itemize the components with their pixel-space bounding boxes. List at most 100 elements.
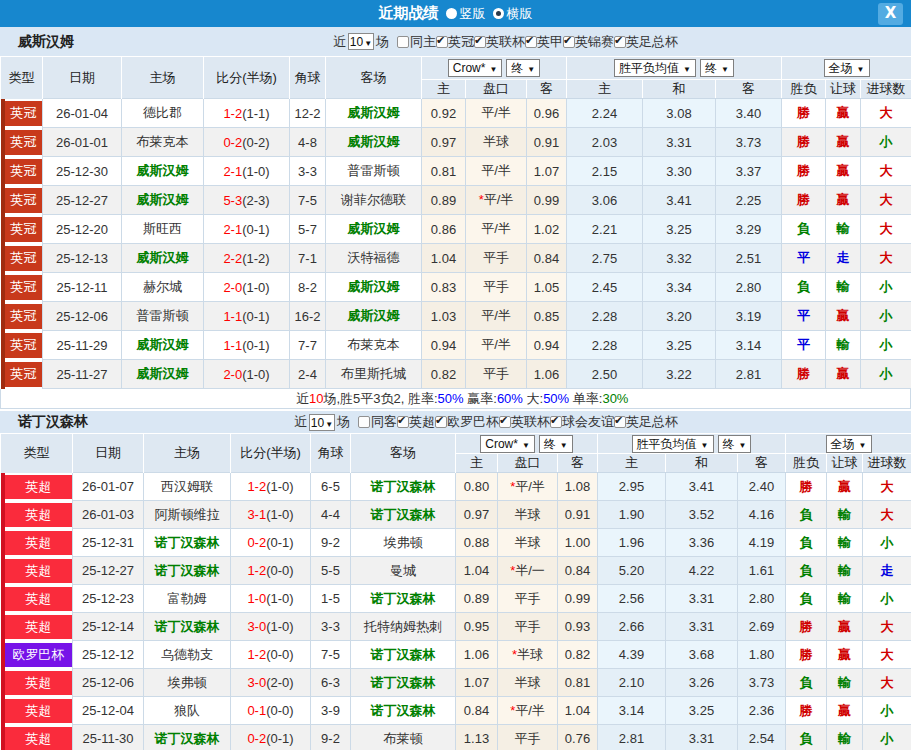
home-team[interactable]: 德比郡	[122, 99, 204, 128]
home-team[interactable]: 富勒姆	[144, 585, 231, 613]
home-team[interactable]: 诺丁汉森林	[144, 557, 231, 585]
home-team[interactable]: 威斯汉姆	[122, 157, 204, 186]
result-handicap: 輸	[827, 501, 863, 529]
close-button[interactable]: X	[878, 3, 903, 25]
home-team[interactable]: 埃弗顿	[144, 669, 231, 697]
horizontal-radio-label[interactable]: 横版	[507, 5, 533, 23]
team-name: 诺丁汉森林	[18, 413, 88, 431]
col-subheader: 客	[716, 80, 782, 99]
away-team[interactable]: 诺丁汉森林	[351, 669, 456, 697]
team-name: 威斯汉姆	[18, 33, 74, 51]
draw-odds: 3.25	[666, 697, 738, 725]
result-handicap: 贏	[826, 128, 861, 157]
final-select[interactable]: 终▼	[700, 59, 734, 77]
lose-odds: 2.69	[738, 613, 786, 641]
home-team[interactable]: 乌德勒支	[144, 641, 231, 669]
away-team[interactable]: 威斯汉姆	[326, 302, 422, 331]
fullmatch-select[interactable]: 全场▼	[826, 435, 872, 453]
avg-select[interactable]: 胜平负均值▼	[632, 435, 714, 453]
away-team[interactable]: 威斯汉姆	[326, 128, 422, 157]
filter-controls: 近 10▼ 场 同客 英超欧罗巴杯英联杯球会友谊英足总杯	[294, 413, 678, 431]
away-team[interactable]: 诺丁汉森林	[351, 501, 456, 529]
handicap-away-odds: 0.82	[558, 641, 598, 669]
home-team[interactable]: 诺丁汉森林	[144, 529, 231, 557]
home-team[interactable]: 威斯汉姆	[122, 244, 204, 273]
away-team[interactable]: 沃特福德	[326, 244, 422, 273]
avg-select[interactable]: 胜平负均值▼	[614, 59, 696, 77]
league-badge: 欧罗巴杯	[1, 641, 73, 669]
home-team[interactable]: 威斯汉姆	[122, 360, 204, 389]
home-team[interactable]: 威斯汉姆	[122, 331, 204, 360]
handicap-line: *平/半	[498, 697, 558, 725]
final-select[interactable]: 终▼	[539, 435, 573, 453]
col-subheader: 胜负	[786, 454, 827, 473]
same-venue-checkbox[interactable]	[397, 36, 409, 48]
league-badge: 英冠	[1, 302, 43, 331]
home-team[interactable]: 威斯汉姆	[122, 186, 204, 215]
away-team[interactable]: 诺丁汉森林	[351, 641, 456, 669]
away-team[interactable]: 诺丁汉森林	[351, 697, 456, 725]
away-team[interactable]: 威斯汉姆	[326, 273, 422, 302]
league-checkbox[interactable]	[499, 416, 511, 428]
final-select[interactable]: 终▼	[506, 59, 540, 77]
draw-odds: 3.41	[643, 186, 716, 215]
result-wdl: 負	[782, 273, 826, 302]
result-handicap: 輸	[827, 529, 863, 557]
league-checkbox[interactable]	[525, 36, 537, 48]
handicap-away-odds: 0.99	[558, 585, 598, 613]
away-team[interactable]: 布莱克本	[326, 331, 422, 360]
league-checkbox[interactable]	[614, 36, 626, 48]
league-checkbox[interactable]	[474, 36, 486, 48]
match-count-select[interactable]: 10▼	[309, 414, 335, 431]
result-overunder: 大	[861, 215, 911, 244]
away-team[interactable]: 谢菲尔德联	[326, 186, 422, 215]
corners: 3-3	[311, 613, 351, 641]
away-team[interactable]: 布莱顿	[351, 725, 456, 750]
win-odds: 2.75	[567, 244, 643, 273]
home-team[interactable]: 普雷斯顿	[122, 302, 204, 331]
league-checkbox[interactable]	[436, 36, 448, 48]
away-team[interactable]: 威斯汉姆	[326, 99, 422, 128]
home-team[interactable]: 诺丁汉森林	[144, 725, 231, 750]
fullmatch-select[interactable]: 全场▼	[824, 59, 870, 77]
match-row: 英超 26-01-03 阿斯顿维拉 3-1(1-0) 4-4 诺丁汉森林 0.9…	[1, 501, 911, 529]
draw-odds: 3.36	[666, 529, 738, 557]
league-checkbox[interactable]	[435, 416, 447, 428]
draw-odds: 3.08	[643, 99, 716, 128]
draw-odds: 3.32	[643, 244, 716, 273]
handicap-line: 平/半	[466, 302, 527, 331]
bookmaker-select[interactable]: Crow*▼	[480, 435, 535, 453]
lose-odds: 3.73	[716, 128, 782, 157]
same-venue-checkbox[interactable]	[358, 416, 370, 428]
league-badge: 英冠	[1, 99, 43, 128]
vertical-radio[interactable]	[446, 8, 457, 19]
away-team[interactable]: 埃弗顿	[351, 529, 456, 557]
home-team[interactable]: 赫尔城	[122, 273, 204, 302]
home-team[interactable]: 斯旺西	[122, 215, 204, 244]
away-team[interactable]: 普雷斯顿	[326, 157, 422, 186]
horizontal-radio[interactable]	[493, 8, 504, 19]
home-team[interactable]: 诺丁汉森林	[144, 613, 231, 641]
home-team[interactable]: 狼队	[144, 697, 231, 725]
league-checkbox[interactable]	[550, 416, 562, 428]
home-team[interactable]: 布莱克本	[122, 128, 204, 157]
league-checkbox[interactable]	[397, 416, 409, 428]
away-team[interactable]: 布里斯托城	[326, 360, 422, 389]
away-team[interactable]: 威斯汉姆	[326, 215, 422, 244]
vertical-radio-label[interactable]: 竖版	[460, 5, 486, 23]
result-wdl: 平	[782, 331, 826, 360]
match-count-select[interactable]: 10▼	[348, 33, 374, 50]
league-badge: 英冠	[1, 128, 43, 157]
away-team[interactable]: 诺丁汉森林	[351, 585, 456, 613]
league-checkbox[interactable]	[614, 416, 626, 428]
home-team[interactable]: 西汉姆联	[144, 473, 231, 501]
away-team[interactable]: 曼城	[351, 557, 456, 585]
match-row: 英超 25-12-23 富勒姆 1-0(1-0) 1-5 诺丁汉森林 0.89 …	[1, 585, 911, 613]
home-team[interactable]: 阿斯顿维拉	[144, 501, 231, 529]
league-checkbox[interactable]	[563, 36, 575, 48]
away-team[interactable]: 托特纳姆热刺	[351, 613, 456, 641]
away-team[interactable]: 诺丁汉森林	[351, 473, 456, 501]
bookmaker-select[interactable]: Crow*▼	[448, 59, 503, 77]
score: 3-1(1-0)	[231, 501, 311, 529]
final-select[interactable]: 终▼	[718, 435, 752, 453]
